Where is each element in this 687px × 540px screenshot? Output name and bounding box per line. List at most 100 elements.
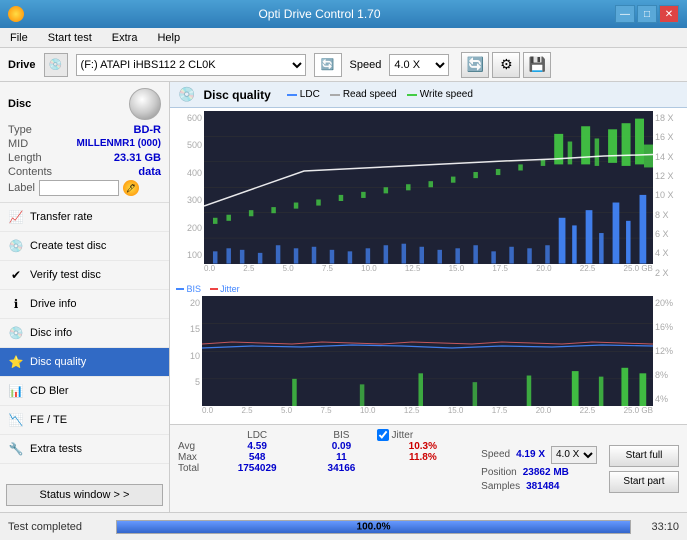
stats-max-row: Max 548 11 11.8% (178, 452, 469, 463)
transfer-rate-icon: 📈 (8, 209, 24, 225)
close-button[interactable]: ✕ (659, 5, 679, 23)
charts-area: 600 500 400 300 200 100 18 X 16 X 14 X 1… (170, 108, 687, 512)
status-window-button[interactable]: Status window > > (6, 484, 163, 506)
drive-select[interactable]: (F:) ATAPI iHBS112 2 CL0K (76, 54, 306, 76)
disc-type-value: BD-R (134, 124, 162, 136)
drive-action-btn-1[interactable]: 🔄 (461, 52, 489, 78)
jitter-legend-label: Jitter (220, 284, 240, 294)
extra-tests-icon: 🔧 (8, 441, 24, 457)
stats-table-area: LDC BIS Jitter (178, 429, 469, 508)
progress-bar: 100.0% (116, 520, 631, 534)
stats-header-row: LDC BIS Jitter (178, 429, 469, 441)
sidebar-item-disc-info[interactable]: 💿 Disc info (0, 319, 169, 348)
disc-quality-header-icon: 💿 (178, 86, 195, 103)
drive-action-btn-2[interactable]: ⚙ (492, 52, 520, 78)
legend-write-speed-label: Write speed (420, 89, 473, 100)
disc-type-label: Type (8, 124, 32, 136)
bis-chart-svg (202, 296, 653, 406)
chart-legend: LDC Read speed Write speed (287, 89, 473, 100)
stats-table: LDC BIS Jitter (178, 429, 469, 474)
stats-speed-select[interactable]: 4.0 X (551, 446, 597, 464)
drive-label: Drive (8, 59, 36, 71)
speed-label: Speed (481, 449, 510, 460)
jitter-checkbox-label[interactable]: Jitter (377, 429, 470, 441)
position-value: 23862 MB (523, 467, 569, 478)
verify-test-icon: ✔ (8, 267, 24, 283)
transfer-rate-label: Transfer rate (30, 211, 93, 223)
sidebar-item-transfer-rate[interactable]: 📈 Transfer rate (0, 203, 169, 232)
create-test-label: Create test disc (30, 240, 106, 252)
speed-label: Speed (350, 59, 382, 71)
menu-start-test[interactable]: Start test (42, 30, 98, 46)
total-bis: 34166 (306, 463, 376, 474)
drive-refresh-button[interactable]: 🔄 (314, 53, 342, 77)
disc-length-label: Length (8, 152, 42, 164)
max-label: Max (178, 452, 208, 463)
disc-contents-label: Contents (8, 166, 52, 178)
sidebar-item-verify-test-disc[interactable]: ✔ Verify test disc (0, 261, 169, 290)
app-title: Opti Drive Control 1.70 (24, 7, 615, 21)
legend-read-speed: Read speed (330, 89, 397, 100)
bis-legend-dot (176, 288, 184, 290)
drive-action-btn-3[interactable]: 💾 (523, 52, 551, 78)
fe-te-icon: 📉 (8, 412, 24, 428)
window-controls: — □ ✕ (615, 5, 679, 23)
title-bar-left (8, 6, 24, 22)
create-test-icon: 💿 (8, 238, 24, 254)
jitter-checkbox[interactable] (377, 429, 389, 441)
disc-quality-label: Disc quality (30, 356, 86, 368)
status-time: 33:10 (639, 521, 679, 533)
jitter-legend-dot (210, 288, 218, 290)
disc-label-label: Label (8, 182, 35, 194)
disc-label-icon[interactable]: 🖊 (123, 180, 139, 196)
position-row: Position 23862 MB (481, 467, 597, 478)
menu-file[interactable]: File (4, 30, 34, 46)
disc-label-row: Label 🖊 (8, 180, 161, 196)
ldc-chart-svg (204, 111, 653, 264)
bis-chart (202, 296, 653, 406)
disc-contents-row: Contents data (8, 166, 161, 178)
speed-select[interactable]: 4.0 X (389, 54, 449, 76)
disc-quality-title: Disc quality (203, 88, 270, 102)
max-ldc: 548 (208, 452, 306, 463)
extra-tests-label: Extra tests (30, 443, 82, 455)
sidebar-item-create-test-disc[interactable]: 💿 Create test disc (0, 232, 169, 261)
chart1-y-axis-right: 18 X 16 X 14 X 12 X 10 X 8 X 6 X 4 X 2 X (653, 111, 683, 280)
start-full-button[interactable]: Start full (609, 445, 679, 467)
disc-length-row: Length 23.31 GB (8, 152, 161, 164)
disc-info-header: Disc (8, 88, 161, 120)
disc-type-row: Type BD-R (8, 124, 161, 136)
maximize-button[interactable]: □ (637, 5, 657, 23)
chart2-y-axis-right: 20% 16% 12% 8% 4% (653, 296, 683, 406)
sidebar-item-disc-quality[interactable]: ⭐ Disc quality (0, 348, 169, 377)
disc-mid-label: MID (8, 138, 28, 150)
stat-col-bis: BIS (306, 429, 376, 441)
legend-read-speed-label: Read speed (343, 89, 397, 100)
drive-eject-icon[interactable]: 💿 (44, 53, 68, 77)
sidebar-item-fe-te[interactable]: 📉 FE / TE (0, 406, 169, 435)
disc-label-input[interactable] (39, 180, 119, 196)
stats-bar: LDC BIS Jitter (170, 424, 687, 512)
sidebar-item-cd-bler[interactable]: 📊 CD Bler (0, 377, 169, 406)
menu-bar: File Start test Extra Help (0, 28, 687, 48)
menu-extra[interactable]: Extra (106, 30, 144, 46)
sidebar-item-extra-tests[interactable]: 🔧 Extra tests (0, 435, 169, 464)
bis-legend: BIS Jitter (174, 282, 242, 296)
legend-write-speed-dot (407, 94, 417, 96)
avg-jitter: 10.3% (377, 441, 470, 452)
speed-value: 4.19 X (516, 449, 545, 460)
title-bar: Opti Drive Control 1.70 — □ ✕ (0, 0, 687, 28)
max-jitter: 11.8% (377, 452, 470, 463)
disc-info-panel: Disc Type BD-R MID MILLENMR1 (000) Lengt… (0, 82, 169, 203)
bis-chart-container: BIS Jitter 20 15 10 5 20% 16% 12% 8% 4% (174, 282, 683, 422)
verify-test-label: Verify test disc (30, 269, 101, 281)
stats-right: Speed 4.19 X 4.0 X Position 23862 MB Sam… (481, 429, 597, 508)
app-icon (8, 6, 24, 22)
sidebar-item-drive-info[interactable]: ℹ Drive info (0, 290, 169, 319)
total-jitter (377, 463, 470, 474)
minimize-button[interactable]: — (615, 5, 635, 23)
menu-help[interactable]: Help (151, 30, 186, 46)
start-part-button[interactable]: Start part (609, 471, 679, 493)
disc-section-title: Disc (8, 98, 31, 110)
status-bar: Test completed 100.0% 33:10 (0, 512, 687, 540)
